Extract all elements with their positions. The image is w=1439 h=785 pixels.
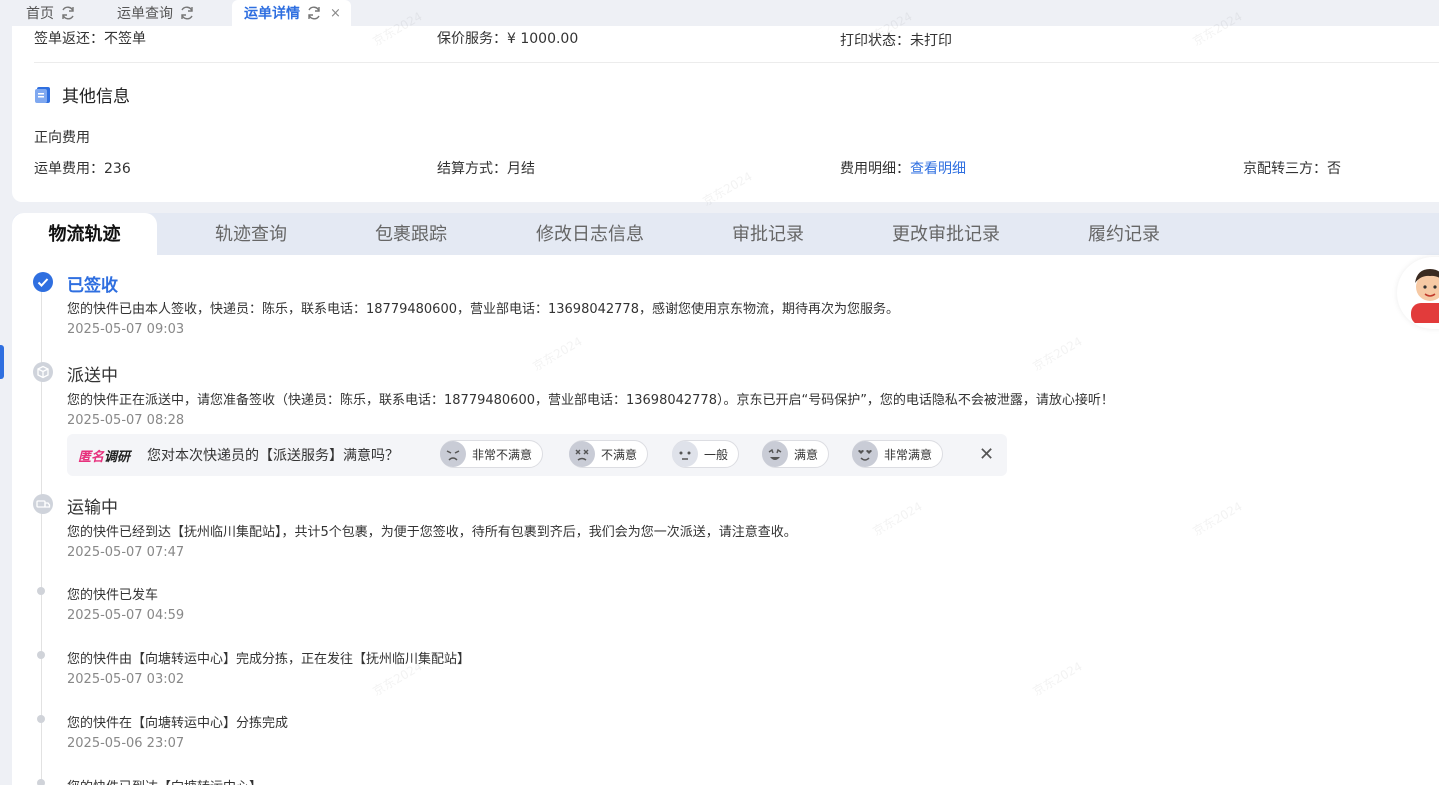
survey-brand: 匿名调研 [78,446,130,465]
tab-track-query[interactable]: 轨迹查询 [215,213,287,255]
document-icon [35,86,50,103]
tab-label: 运单查询 [117,6,173,22]
rating-dissatisfied[interactable]: 不满意 [569,440,649,468]
close-survey-icon[interactable]: ✕ [979,444,994,465]
rating-label: 非常满意 [884,447,933,462]
tab-change-approval-record[interactable]: 更改审批记录 [892,213,1000,255]
rating-satisfied[interactable]: 满意 [762,440,830,468]
tab-waybill-query[interactable]: 运单查询 [117,0,195,26]
event-time: 2025-05-07 04:59 [67,608,185,623]
event-time: 2025-05-07 08:28 [67,413,185,428]
tab-waybill-detail[interactable]: 运单详情 × [232,0,351,26]
view-fee-detail-link[interactable]: 查看明细 [910,161,966,177]
rating-very-satisfied[interactable]: 非常满意 [852,440,944,468]
rating-label: 一般 [704,447,729,462]
upset-face-icon [569,441,595,467]
check-circle-icon [33,272,53,292]
event-time: 2025-05-06 23:07 [67,736,185,751]
survey-question: 您对本次快递员的【派送服务】满意吗？ [147,448,399,464]
event-title: 运输中 [67,498,118,518]
event-time: 2025-05-07 07:47 [67,545,185,560]
package-icon [33,362,53,382]
event-time: 2025-05-07 03:02 [67,672,185,687]
tab-approval-record[interactable]: 审批记录 [732,213,804,255]
event-desc: 您的快件已到达【向塘转运中心】 [67,776,262,785]
third-party-field: 京配转三方：否 [1243,161,1341,177]
timeline-dot [37,715,45,723]
waybill-info-card: 签单返还：不签单 保价服务：¥ 1000.00 打印状态：未打印 其他信息 正向… [12,26,1439,202]
forward-fee-title: 正向费用 [34,130,90,146]
neutral-face-icon [672,441,698,467]
freight-field: 运单费用：236 [34,161,131,177]
event-desc: 您的快件已由本人签收，快递员：陈乐，联系电话：18779480600，营业部电话… [67,302,899,317]
other-info-heading: 其他信息 [35,82,130,107]
happy-face-icon [762,441,788,467]
rating-label: 不满意 [601,447,638,462]
sign-return-field: 签单返还：不签单 [34,31,146,47]
refresh-icon[interactable] [179,5,195,21]
section-title: 其他信息 [62,87,130,107]
heart-eyes-face-icon [852,441,878,467]
tab-logistics-track[interactable]: 物流轨迹 [12,213,157,255]
survey-brand-pink: 匿名 [78,450,105,465]
settlement-field: 结算方式：月结 [437,161,535,177]
event-title: 派送中 [67,366,118,386]
rating-very-dissatisfied[interactable]: 非常不满意 [440,440,544,468]
side-indicator [0,345,4,379]
tab-home[interactable]: 首页 [26,0,76,26]
truck-icon [33,494,53,514]
detail-tab-bar: 物流轨迹 轨迹查询 包裹跟踪 修改日志信息 审批记录 更改审批记录 履约记录 [12,213,1439,255]
event-desc: 您的快件在【向塘转运中心】分拣完成 [67,716,289,731]
angry-face-icon [440,441,466,467]
avatar-icon [1411,269,1439,323]
tab-fulfillment-record[interactable]: 履约记录 [1088,213,1160,255]
timeline-dot [37,779,45,785]
satisfaction-survey: 匿名调研 您对本次快递员的【派送服务】满意吗？ 非常不满意 不满意 一般 满意 … [67,434,1007,476]
tab-modify-log[interactable]: 修改日志信息 [536,213,644,255]
refresh-icon[interactable] [306,5,322,21]
fee-detail-field: 费用明细：查看明细 [840,158,966,178]
fee-detail-label: 费用明细： [840,161,910,177]
survey-brand-dark: 调研 [104,450,131,465]
tab-label: 运单详情 [244,6,300,22]
event-time: 2025-05-07 09:03 [67,322,185,337]
refresh-icon[interactable] [60,5,76,21]
close-tab-icon[interactable]: × [330,6,341,21]
tab-label: 首页 [26,6,54,22]
customer-service-avatar[interactable] [1397,257,1439,329]
rating-label: 非常不满意 [472,447,533,462]
timeline-dot [37,587,45,595]
timeline-dot [37,651,45,659]
tab-package-tracking[interactable]: 包裹跟踪 [375,213,447,255]
rating-neutral[interactable]: 一般 [672,440,740,468]
event-desc: 您的快件已经到达【抚州临川集配站】，共计5个包裹，为便于您签收，待所有包裹到齐后… [67,525,797,540]
event-desc: 您的快件正在派送中，请您准备签收（快递员：陈乐，联系电话：18779480600… [67,393,1114,408]
rating-label: 满意 [794,447,819,462]
divider [34,62,1439,63]
event-desc: 您的快件已发车 [67,588,159,603]
insured-service-field: 保价服务：¥ 1000.00 [437,31,579,47]
event-title: 已签收 [67,276,118,296]
